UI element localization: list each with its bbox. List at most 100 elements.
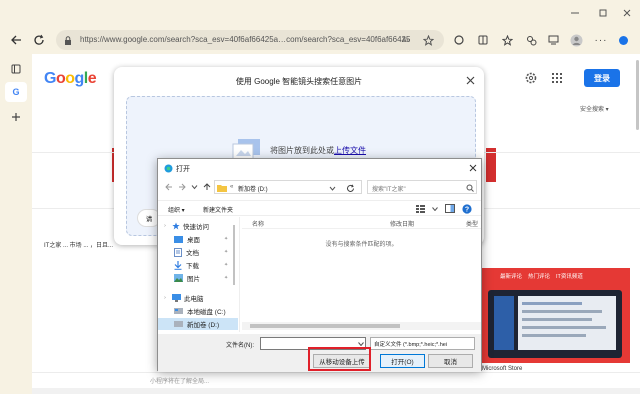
filename-label: 文件名(N): (226, 343, 254, 349)
file-list-header: 名称 修改日期 类型 (242, 217, 481, 229)
svg-text:?: ? (465, 207, 469, 214)
news-tabs: 最新评论 热门评论 IT资讯频道 (500, 272, 583, 280)
favorites-icon[interactable] (500, 33, 514, 47)
cancel-button[interactable]: 取消 (428, 354, 473, 368)
profile-avatar-icon[interactable] (568, 32, 584, 48)
dialog-search-input[interactable]: 搜索"IT之家" (367, 180, 477, 194)
safesearch-dropdown[interactable]: 安全搜索 ▾ (580, 104, 609, 113)
path-overflow[interactable]: « (230, 184, 233, 190)
new-folder-button[interactable]: 新建文件夹 (203, 205, 233, 214)
document-icon (174, 247, 182, 257)
minimize-icon[interactable] (568, 6, 582, 20)
dialog-commandbar: 组织 ▾ 新建文件夹 ? (158, 200, 481, 216)
nav-pictures[interactable]: 图片 ✦ (158, 272, 238, 284)
nav-back-icon[interactable] (164, 182, 174, 192)
organize-menu[interactable]: 组织 ▾ (168, 205, 185, 214)
pin-icon: ✦ (224, 249, 229, 255)
horizontal-scrollbar[interactable] (242, 322, 481, 330)
column-name[interactable]: 名称 (252, 219, 264, 228)
page-scrollbar[interactable] (636, 60, 639, 130)
news-tab[interactable]: IT资讯频道 (556, 272, 583, 280)
microsoft-store-label[interactable]: Microsoft Store (482, 366, 522, 372)
desktop-icon (174, 235, 183, 243)
dialog-title: 打开 (176, 166, 190, 173)
download-icon (174, 260, 182, 270)
path-dropdown-icon[interactable] (327, 183, 337, 193)
lock-icon[interactable] (63, 35, 73, 45)
signin-button[interactable]: 登录 (584, 69, 620, 87)
star-icon (172, 222, 180, 230)
empty-message: 没有与搜索条件匹配的项。 (325, 242, 398, 248)
news-screenshot (488, 290, 622, 358)
tab-google[interactable]: G (5, 82, 27, 102)
refresh-folder-icon[interactable] (344, 182, 356, 194)
maximize-icon[interactable] (596, 6, 610, 20)
back-icon[interactable] (8, 32, 24, 48)
nav-recent-chevron-icon[interactable] (189, 182, 199, 192)
view-dropdown-icon[interactable] (431, 204, 439, 213)
path-text[interactable]: 新加卷 (D:) (238, 184, 268, 193)
address-bar[interactable]: https://www.google.com/search?sca_esv=40… (56, 30, 444, 50)
copilot-icon[interactable] (616, 33, 630, 47)
dialog-close-icon[interactable] (467, 162, 479, 174)
open-button[interactable]: 打开(O) (380, 354, 425, 368)
file-list: 名称 修改日期 类型 没有与搜索条件匹配的项。 (242, 217, 481, 332)
nav-drive-d[interactable]: 新加卷 (D:) (158, 318, 238, 330)
nav-desktop[interactable]: 桌面 ✦ (158, 233, 238, 245)
nav-this-pc[interactable]: › 此电脑 (158, 292, 238, 304)
more-menu-icon[interactable]: ··· (594, 33, 608, 47)
path-bar[interactable]: « 新加卷 (D:) (214, 180, 362, 194)
collections-icon[interactable] (524, 33, 538, 47)
news-card[interactable]: 最新评论 热门评论 IT资讯频道 (480, 268, 630, 363)
column-type[interactable]: 类型 (466, 219, 478, 228)
google-logo[interactable]: Google (44, 70, 97, 88)
page-red-decoration (486, 148, 496, 182)
news-tab[interactable]: 最新评论 (500, 272, 522, 280)
nav-scrollbar[interactable] (232, 219, 236, 329)
tab-actions-icon[interactable] (9, 62, 23, 76)
file-open-dialog: 打开 « 新加卷 (D:) 搜索"IT之家" 组织 ▾ 新建文件夹 ? › 快速… (157, 158, 482, 372)
favorite-star-icon[interactable] (422, 34, 434, 46)
nav-forward-icon[interactable] (177, 182, 187, 192)
screenshot-icon[interactable] (546, 33, 560, 47)
vertical-tabs-sidebar: G (0, 54, 32, 394)
nav-downloads[interactable]: 下载 ✦ (158, 259, 238, 271)
window-titlebar (0, 0, 640, 26)
preview-pane-icon[interactable] (444, 203, 456, 214)
result-snippet-left: IT之家 ... 市场 ... ，日且... (44, 243, 114, 249)
nav-drive-c[interactable]: 本地磁盘 (C:) (158, 305, 238, 317)
settings-gear-icon[interactable] (524, 71, 538, 85)
news-tab[interactable]: 热门评论 (528, 272, 550, 280)
drive-icon (174, 308, 183, 314)
refresh-icon[interactable] (31, 32, 47, 48)
read-aloud-icon[interactable]: A» (400, 34, 412, 46)
url-text: https://www.google.com/search?sca_esv=40… (80, 35, 410, 44)
search-icon[interactable] (465, 183, 475, 192)
upload-file-link[interactable]: 上传文件 (334, 146, 366, 155)
folder-icon (217, 183, 227, 192)
nav-documents[interactable]: 文档 ✦ (158, 246, 238, 258)
pin-icon: ✦ (224, 262, 229, 268)
google-favicon-icon: G (12, 87, 20, 97)
help-icon[interactable]: ? (461, 203, 473, 215)
computer-icon (172, 294, 181, 302)
navigation-pane: › 快速访问 桌面 ✦ 文档 ✦ 下载 ✦ 图片 ✦ › 此电脑 本地磁盘 (C… (158, 217, 240, 332)
nav-up-icon[interactable] (202, 182, 212, 192)
pin-icon: ✦ (224, 275, 229, 281)
pictures-icon (174, 274, 183, 282)
highlight-box (308, 347, 371, 371)
filetype-select[interactable]: 自定义文件 (*.bmp;*.heic;*.hei (370, 337, 475, 350)
new-tab-icon[interactable] (9, 110, 23, 124)
drive-icon (174, 321, 183, 327)
nav-quick-access[interactable]: › 快速访问 (158, 220, 238, 232)
search-placeholder: 搜索"IT之家" (372, 187, 406, 193)
column-date[interactable]: 修改日期 (390, 219, 414, 228)
split-screen-icon[interactable] (476, 33, 490, 47)
lens-close-icon[interactable] (464, 74, 476, 86)
apps-grid-icon[interactable] (550, 71, 564, 85)
edge-app-icon (163, 163, 173, 173)
close-window-icon[interactable] (620, 6, 634, 20)
extension-icon[interactable] (452, 33, 466, 47)
view-options-icon[interactable] (414, 203, 430, 214)
lens-title: 使用 Google 智能镜头搜索任意图片 (235, 77, 363, 86)
